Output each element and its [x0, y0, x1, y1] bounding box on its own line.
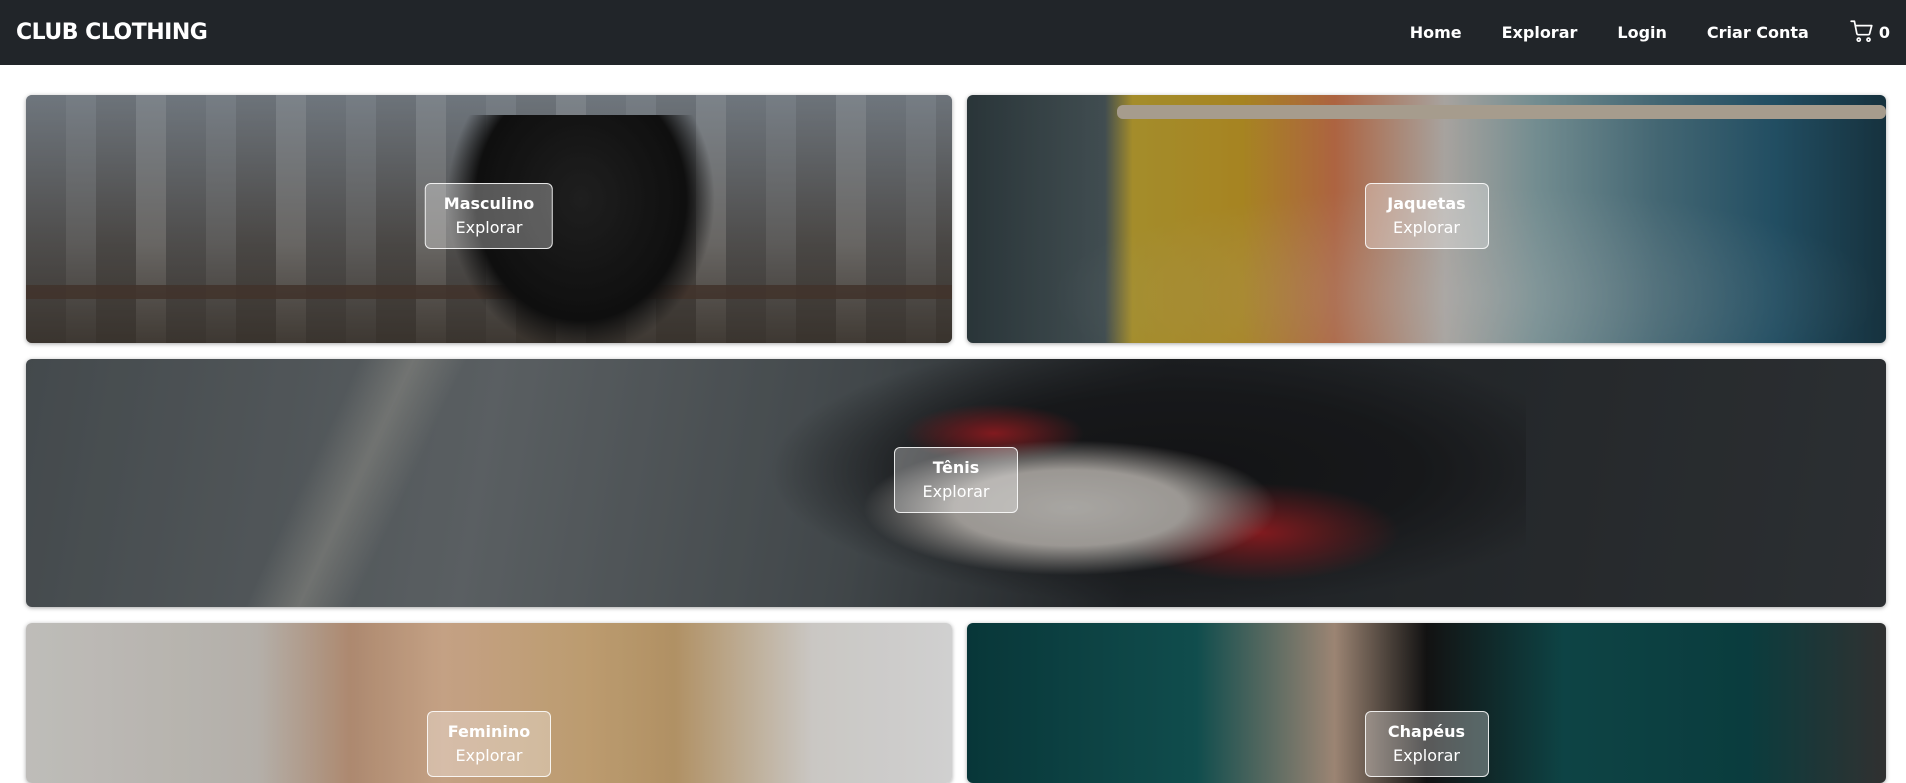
category-tile-tenis[interactable]: Tênis Explorar [26, 359, 1886, 607]
category-explore-link[interactable]: Explorar [1384, 744, 1470, 768]
cart-count: 0 [1878, 23, 1890, 42]
category-explore-link[interactable]: Explorar [913, 480, 999, 504]
category-title: Feminino [447, 722, 531, 741]
nav-link-explorar[interactable]: Explorar [1502, 23, 1578, 42]
category-tile-masculino[interactable]: Masculino Explorar [26, 95, 952, 343]
category-explore-link[interactable]: Explorar [446, 744, 532, 768]
category-explore-link[interactable]: Explorar [444, 216, 534, 240]
category-title: Chapéus [1387, 722, 1466, 741]
nav-link-home[interactable]: Home [1410, 23, 1462, 42]
cart-button[interactable]: 0 [1849, 18, 1890, 48]
category-tile-feminino[interactable]: Feminino Explorar [26, 623, 952, 783]
category-title: Masculino [443, 194, 535, 213]
brand-logo[interactable]: CLUB CLOTHING [16, 20, 208, 45]
category-label-box[interactable]: Tênis Explorar [894, 447, 1018, 513]
category-title: Tênis [932, 458, 980, 477]
category-label-box[interactable]: Jaquetas Explorar [1364, 183, 1489, 249]
category-label-box[interactable]: Chapéus Explorar [1364, 711, 1489, 777]
category-tile-chapeus[interactable]: Chapéus Explorar [967, 623, 1886, 783]
nav-link-criar-conta[interactable]: Criar Conta [1707, 23, 1809, 42]
category-label-box[interactable]: Masculino Explorar [424, 183, 554, 249]
cart-icon [1849, 18, 1875, 48]
top-navbar: CLUB CLOTHING Home Explorar Login Criar … [0, 0, 1906, 65]
category-tile-jaquetas[interactable]: Jaquetas Explorar [967, 95, 1886, 343]
nav-link-login[interactable]: Login [1617, 23, 1667, 42]
category-title: Jaquetas [1387, 194, 1466, 213]
nav-links: Home Explorar Login Criar Conta 0 [1370, 18, 1890, 48]
category-label-box[interactable]: Feminino Explorar [427, 711, 551, 777]
category-explore-link[interactable]: Explorar [1384, 216, 1470, 240]
